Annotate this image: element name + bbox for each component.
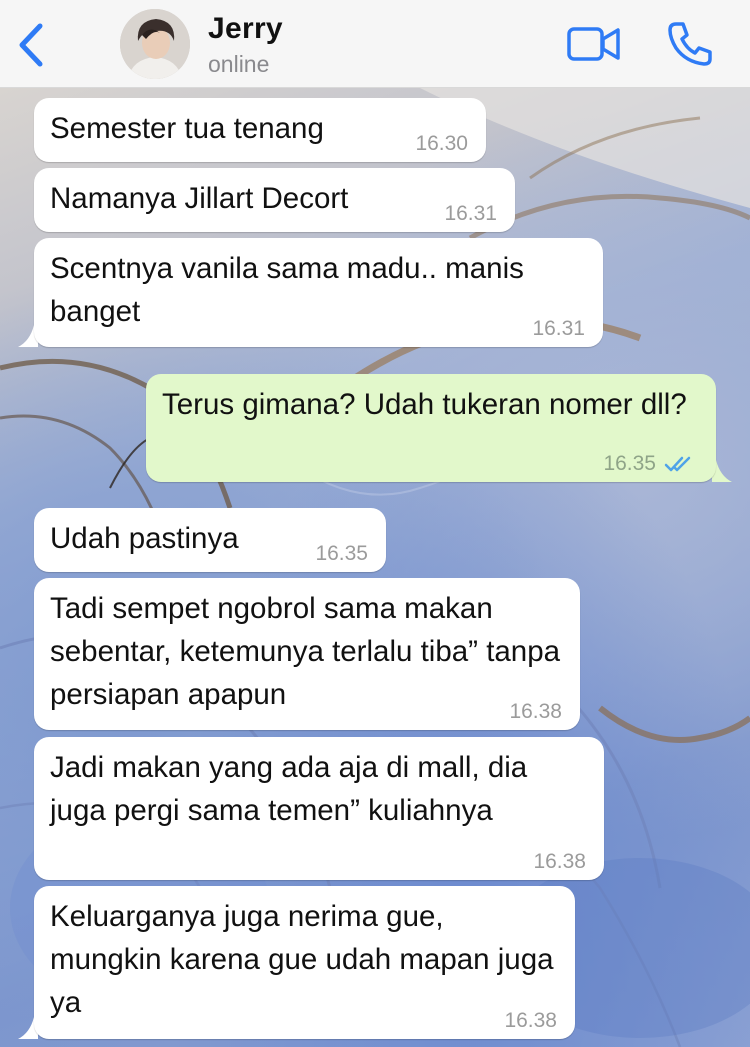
double-check-read-icon [664, 456, 691, 472]
message-bubble-incoming[interactable]: Jadi makan yang ada aja di mall, dia jug… [34, 737, 604, 880]
message-text: Namanya Jillart Decort [50, 182, 349, 215]
message-text: Tadi sempet ngobrol sama makan sebentar,… [50, 592, 561, 711]
message-time: 16.38 [509, 700, 562, 723]
contact-status: online [208, 51, 270, 77]
message-time: 16.38 [504, 1009, 557, 1032]
message-time: 16.35 [315, 542, 368, 565]
chevron-left-icon [19, 23, 43, 67]
message-time: 16.38 [533, 850, 586, 873]
chat-header: Jerry online [0, 0, 750, 88]
message-text: Jadi makan yang ada aja di mall, dia jug… [50, 751, 528, 827]
avatar[interactable] [120, 9, 190, 79]
message-time: 16.31 [444, 202, 497, 225]
phone-icon [668, 22, 712, 66]
message-text: Semester tua tenang [50, 112, 324, 145]
message-text: Udah pastinya [50, 522, 239, 555]
message-time: 16.30 [415, 132, 468, 155]
message-time: 16.31 [532, 317, 585, 340]
message-text: Scentnya vanila sama madu.. manis banget [50, 252, 524, 328]
message-bubble-incoming[interactable]: Semester tua tenang 16.30 [34, 98, 486, 162]
back-button[interactable] [10, 20, 54, 70]
video-camera-icon [567, 27, 620, 61]
video-call-button[interactable] [566, 24, 622, 64]
voice-call-button[interactable] [664, 18, 716, 70]
message-bubble-incoming[interactable]: Tadi sempet ngobrol sama makan sebentar,… [34, 578, 580, 730]
contact-name[interactable]: Jerry [208, 12, 283, 46]
message-time: 16.35 [603, 452, 656, 475]
message-bubble-incoming[interactable]: Namanya Jillart Decort 16.31 [34, 168, 515, 232]
message-bubble-incoming[interactable]: Keluarganya juga nerima gue, mungkin kar… [34, 886, 575, 1039]
message-bubble-incoming[interactable]: Udah pastinya 16.35 [34, 508, 386, 572]
message-bubble-incoming[interactable]: Scentnya vanila sama madu.. manis banget… [34, 238, 603, 347]
message-text: Keluarganya juga nerima gue, mungkin kar… [50, 900, 554, 1019]
message-text: Terus gimana? Udah tukeran nomer dll? [162, 388, 687, 421]
message-bubble-outgoing[interactable]: Terus gimana? Udah tukeran nomer dll? 16… [146, 374, 716, 482]
